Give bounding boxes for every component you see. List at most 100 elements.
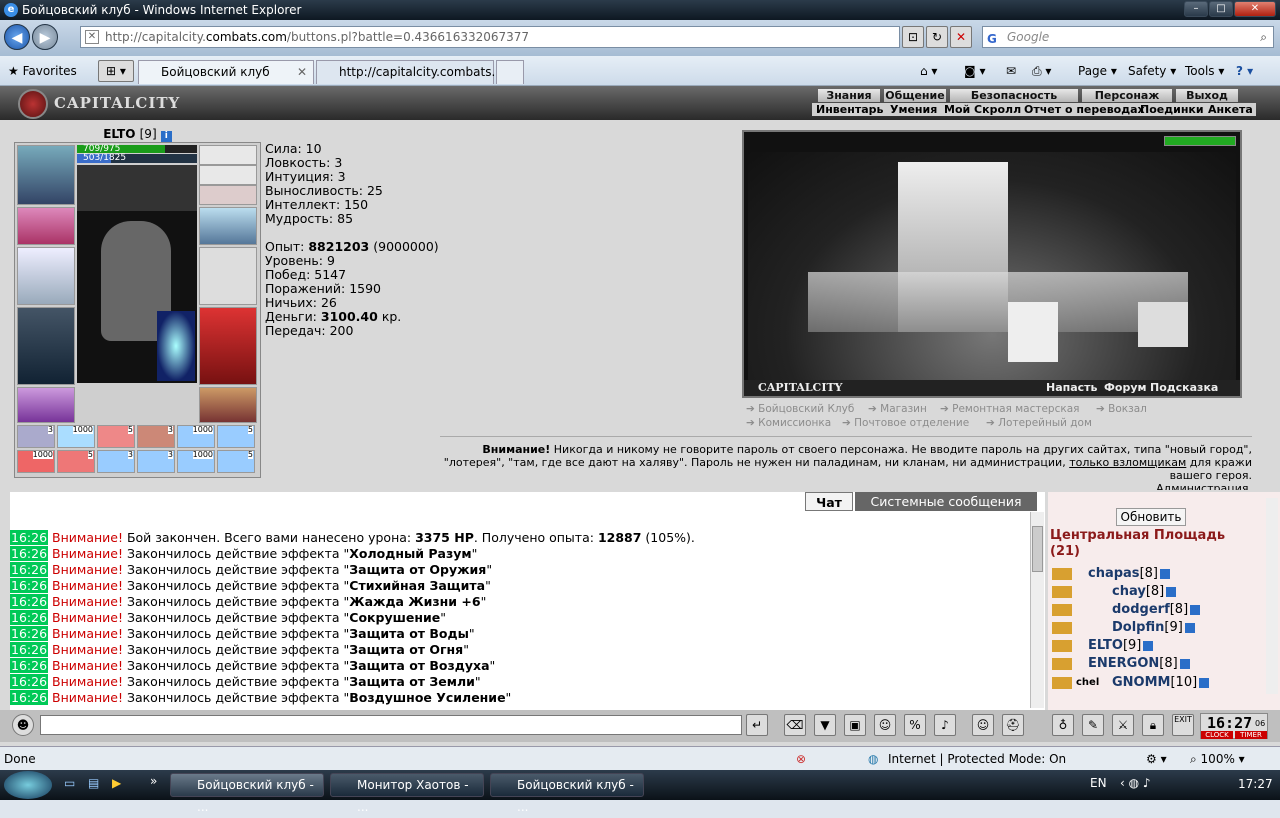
user-item[interactable]: ENERGON[8] [1052, 655, 1190, 673]
chat-timestamp[interactable]: 16:26 [10, 626, 49, 641]
user-name[interactable]: ELTO [1088, 638, 1123, 653]
quick-item-slot[interactable]: 3 [17, 425, 55, 448]
bottle-icon[interactable]: ♁ [1052, 714, 1074, 736]
exit-icon[interactable]: EXIT [1172, 714, 1194, 736]
scroll-icon[interactable]: ✎ [1082, 714, 1104, 736]
timer-label[interactable]: TIMER [1235, 731, 1267, 739]
chat-input[interactable] [40, 715, 742, 735]
stop-icon[interactable]: ✕ [950, 26, 972, 48]
city-buildings[interactable] [808, 272, 1188, 332]
user-item[interactable]: chel GNOMM[10] [1052, 673, 1210, 692]
privacy-icon[interactable]: ⊗ [796, 747, 806, 771]
print-icon[interactable]: ⎙ ▾ [1032, 62, 1051, 80]
submenu-profile[interactable]: Анкета [1208, 103, 1253, 116]
task-monitor[interactable]: Монитор Хаотов - ... [330, 773, 484, 814]
tab-combats-2[interactable]: http://capitalcity.combats.... [316, 60, 507, 84]
translit-icon[interactable]: % [904, 714, 926, 736]
loc-commission[interactable]: ➔ Комиссионка [746, 417, 831, 429]
home-icon[interactable]: ⌂ ▾ [920, 62, 937, 80]
quicklaunch-more-icon[interactable]: » [150, 774, 157, 788]
rank-icon[interactable] [1052, 657, 1072, 670]
quick-item-slot[interactable]: 1000 [177, 450, 215, 473]
clear-icon[interactable]: ⌫ [784, 714, 806, 736]
orb-slot[interactable] [157, 311, 195, 381]
info-icon[interactable] [1184, 622, 1195, 633]
info-icon[interactable] [1179, 658, 1190, 669]
menu-knowledge[interactable]: Знания [818, 89, 880, 102]
person-icon[interactable]: ☺ [874, 714, 896, 736]
submenu-inventory[interactable]: Инвентарь [816, 103, 883, 116]
attack-link[interactable]: Напасть [1046, 380, 1098, 396]
quicklaunch-media-icon[interactable]: ▶ [112, 776, 121, 790]
tray-icons[interactable]: ‹ ◍ ♪ [1120, 776, 1151, 790]
feeds-icon[interactable]: ◙ ▾ [964, 62, 985, 80]
chat-timestamp[interactable]: 16:26 [10, 610, 49, 625]
user-name[interactable]: chay [1112, 584, 1146, 599]
clock-taskbar[interactable]: 17:27 [1238, 777, 1273, 791]
refresh-button[interactable]: Обновить [1116, 508, 1186, 526]
quick-item-slot[interactable]: 5 [217, 425, 255, 448]
ring-slots[interactable] [77, 165, 197, 211]
loc-shop[interactable]: ➔ Магазин [868, 403, 927, 415]
helmet-slot[interactable] [17, 145, 75, 205]
refresh-icon[interactable]: ↻ [926, 26, 948, 48]
rank-icon[interactable] [1052, 639, 1072, 652]
submenu-transfers[interactable]: Отчет о переводах [1024, 103, 1145, 116]
quick-item-slot[interactable]: 3 [137, 450, 175, 473]
info-icon[interactable] [1159, 568, 1170, 579]
close-window-button[interactable]: ✕ [1234, 1, 1276, 17]
user-item[interactable]: chay[8] [1052, 583, 1177, 601]
quick-item-slot[interactable]: 1000 [177, 425, 215, 448]
smile-menu-icon[interactable]: ☻ [12, 714, 34, 736]
zoom-control[interactable]: ⌕ 100% ▾ [1190, 747, 1245, 771]
hint-link[interactable]: Подсказка [1150, 380, 1218, 396]
compat-icon[interactable]: ⊡ [902, 26, 924, 48]
chat-timestamp[interactable]: 16:26 [10, 578, 49, 593]
user-name[interactable]: GNOMM [1112, 675, 1170, 690]
maximize-button[interactable]: □ [1209, 1, 1233, 17]
weapon-left-slot[interactable] [17, 247, 75, 305]
loc-repair[interactable]: ➔ Ремонтная мастерская [940, 403, 1079, 415]
mail-icon[interactable]: ✉ [1006, 62, 1016, 80]
quick-item-slot[interactable]: 5 [97, 425, 135, 448]
chat-timestamp[interactable]: 16:26 [10, 562, 49, 577]
quick-item-slot[interactable]: 3 [97, 450, 135, 473]
new-tab-button[interactable] [496, 60, 524, 84]
help-icon[interactable]: ? ▾ [1236, 62, 1253, 80]
clock-label[interactable]: CLOCK [1201, 731, 1233, 739]
submenu-skills[interactable]: Умения [890, 103, 937, 116]
user-item[interactable]: ELTO[9] [1052, 637, 1154, 655]
bracers-slot[interactable] [17, 207, 75, 245]
filter-icon[interactable]: ▼ [814, 714, 836, 736]
quicklaunch-desktop-icon[interactable]: ▭ [64, 776, 75, 790]
loc-lottery[interactable]: ➔ Лотерейный дом [986, 417, 1092, 429]
user-name[interactable]: dodgerf [1112, 602, 1170, 617]
minimize-button[interactable]: – [1184, 1, 1208, 17]
quick-item-slot[interactable]: 1000 [17, 450, 55, 473]
users-scrollbar[interactable] [1266, 498, 1278, 694]
belt-slot[interactable] [17, 387, 75, 423]
protected-mode-icon[interactable]: ⚙ ▾ [1146, 747, 1167, 771]
chat-timestamp[interactable]: 16:26 [10, 530, 49, 545]
quick-item-slot[interactable]: 5 [57, 450, 95, 473]
user-name[interactable]: Dolpfin [1112, 620, 1164, 635]
rank-icon[interactable] [1052, 603, 1072, 616]
rune-slots[interactable] [77, 385, 197, 423]
menu-exit[interactable]: Выход [1176, 89, 1238, 102]
lottery-building[interactable] [1138, 302, 1188, 347]
quick-item-slot[interactable]: 3 [137, 425, 175, 448]
rank-icon[interactable] [1052, 567, 1072, 580]
amulet-slot[interactable] [199, 145, 257, 165]
gloves-slot[interactable] [199, 207, 257, 245]
menu-security[interactable]: Безопасность [950, 89, 1078, 102]
forward-button[interactable]: ▶ [32, 24, 58, 50]
rank-icon[interactable] [1052, 585, 1072, 598]
user-item[interactable]: dodgerf[8] [1052, 601, 1201, 619]
loc-fight-club[interactable]: ➔ Бойцовский Клуб [746, 403, 854, 415]
start-button[interactable] [4, 771, 52, 799]
chat-scrollbar[interactable] [1030, 512, 1044, 708]
address-input[interactable]: ✕ http://capitalcity.combats.com/buttons… [80, 26, 900, 48]
weapon-right-slot[interactable] [199, 247, 257, 305]
info-icon[interactable]: i [160, 131, 172, 142]
chat-timestamp[interactable]: 16:26 [10, 690, 49, 705]
